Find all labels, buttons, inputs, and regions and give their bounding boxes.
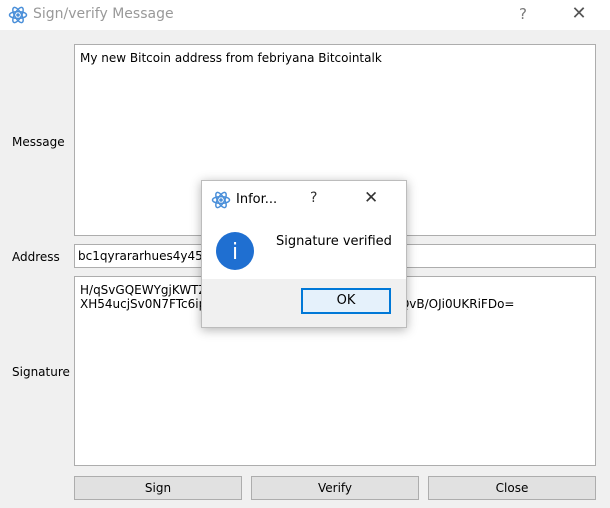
message-label: Message — [12, 135, 65, 149]
verify-button[interactable]: Verify — [251, 476, 419, 500]
message-text: My new Bitcoin address from febriyana Bi… — [80, 51, 382, 65]
address-text: bc1qyrararhues4y45dv — [78, 249, 218, 263]
dialog-title: Infor... — [236, 192, 278, 207]
signature-line-2-start: XH54ucjSv0N7FTc6ip — [80, 297, 207, 311]
dialog-footer: OK — [202, 279, 406, 327]
sign-button[interactable]: Sign — [74, 476, 242, 500]
help-button[interactable]: ? — [512, 5, 534, 25]
info-glyph: i — [232, 240, 238, 265]
information-dialog: Infor... ? ✕ i Signature verified OK — [201, 180, 407, 328]
signature-line-2-end: 5QvB/OJi0UKRiFDo= — [392, 297, 515, 311]
info-icon: i — [216, 232, 254, 270]
close-button[interactable]: Close — [428, 476, 596, 500]
electrum-atom-icon — [211, 191, 231, 209]
dialog-close-button[interactable]: ✕ — [364, 188, 378, 208]
close-window-button[interactable]: ✕ — [566, 3, 592, 27]
window-title: Sign/verify Message — [33, 6, 174, 22]
window-titlebar: Sign/verify Message ? ✕ — [0, 0, 610, 30]
dialog-help-button[interactable]: ? — [310, 190, 317, 206]
ok-button[interactable]: OK — [301, 288, 391, 314]
electrum-atom-icon — [8, 6, 28, 24]
dialog-message: Signature verified — [276, 234, 392, 249]
signature-label: Signature — [12, 365, 70, 379]
address-label: Address — [12, 250, 60, 264]
